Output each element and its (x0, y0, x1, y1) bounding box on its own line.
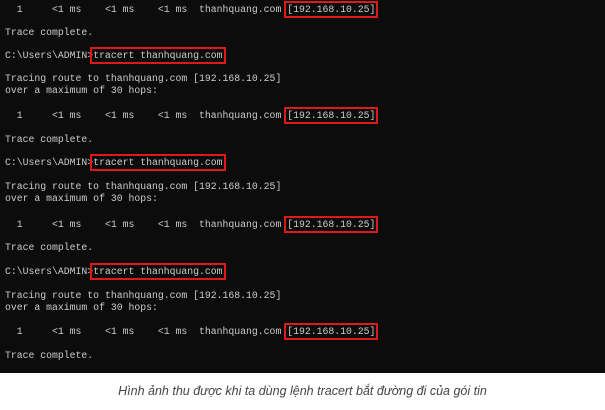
hop-text: 1 <1 ms <1 ms <1 ms thanhquang.com (5, 326, 288, 337)
max-hops-line: over a maximum of 30 hops: (5, 193, 158, 204)
trace-complete-line: Trace complete. (5, 350, 94, 361)
trace-complete-line: Trace complete. (5, 134, 94, 145)
prompt: C:\Users\ADMIN> (5, 266, 94, 277)
max-hops-line: over a maximum of 30 hops: (5, 302, 158, 313)
command-line: C:\Users\ADMIN>tracert thanhquang.com (5, 47, 226, 64)
max-hops-line: over a maximum of 30 hops: (5, 85, 158, 96)
command-highlight: tracert thanhquang.com (90, 47, 226, 64)
hop-line: 1 <1 ms <1 ms <1 ms thanhquang.com [192.… (5, 1, 379, 18)
tracing-line: Tracing route to thanhquang.com [192.168… (5, 181, 282, 192)
hop-line: 1 <1 ms <1 ms <1 ms thanhquang.com [192.… (5, 323, 379, 340)
prompt: C:\Users\ADMIN> (5, 50, 94, 61)
hop-text: 1 <1 ms <1 ms <1 ms thanhquang.com (5, 110, 288, 121)
prompt: C:\Users\ADMIN> (5, 157, 94, 168)
command-line: C:\Users\ADMIN>tracert thanhquang.com (5, 263, 226, 280)
tracing-line: Tracing route to thanhquang.com [192.168… (5, 290, 282, 301)
hop-text: 1 <1 ms <1 ms <1 ms thanhquang.com (5, 219, 288, 230)
ip-address-highlight: [192.168.10.25] (284, 107, 379, 124)
ip-address-highlight: [192.168.10.25] (284, 323, 379, 340)
terminal-window[interactable]: 1 <1 ms <1 ms <1 ms thanhquang.com [192.… (0, 0, 605, 373)
command-line: C:\Users\ADMIN>tracert thanhquang.com (5, 154, 226, 171)
hop-text: 1 <1 ms <1 ms <1 ms thanhquang.com (5, 4, 288, 15)
hop-line: 1 <1 ms <1 ms <1 ms thanhquang.com [192.… (5, 216, 379, 233)
ip-address-highlight: [192.168.10.25] (284, 1, 379, 18)
ip-address-highlight: [192.168.10.25] (284, 216, 379, 233)
trace-complete-line: Trace complete. (5, 27, 94, 38)
trace-complete-line: Trace complete. (5, 242, 94, 253)
image-caption: Hình ảnh thu được khi ta dùng lệnh trace… (118, 384, 487, 398)
command-highlight: tracert thanhquang.com (90, 154, 226, 171)
hop-line: 1 <1 ms <1 ms <1 ms thanhquang.com [192.… (5, 107, 379, 124)
command-highlight: tracert thanhquang.com (90, 263, 226, 280)
tracing-line: Tracing route to thanhquang.com [192.168… (5, 73, 282, 84)
